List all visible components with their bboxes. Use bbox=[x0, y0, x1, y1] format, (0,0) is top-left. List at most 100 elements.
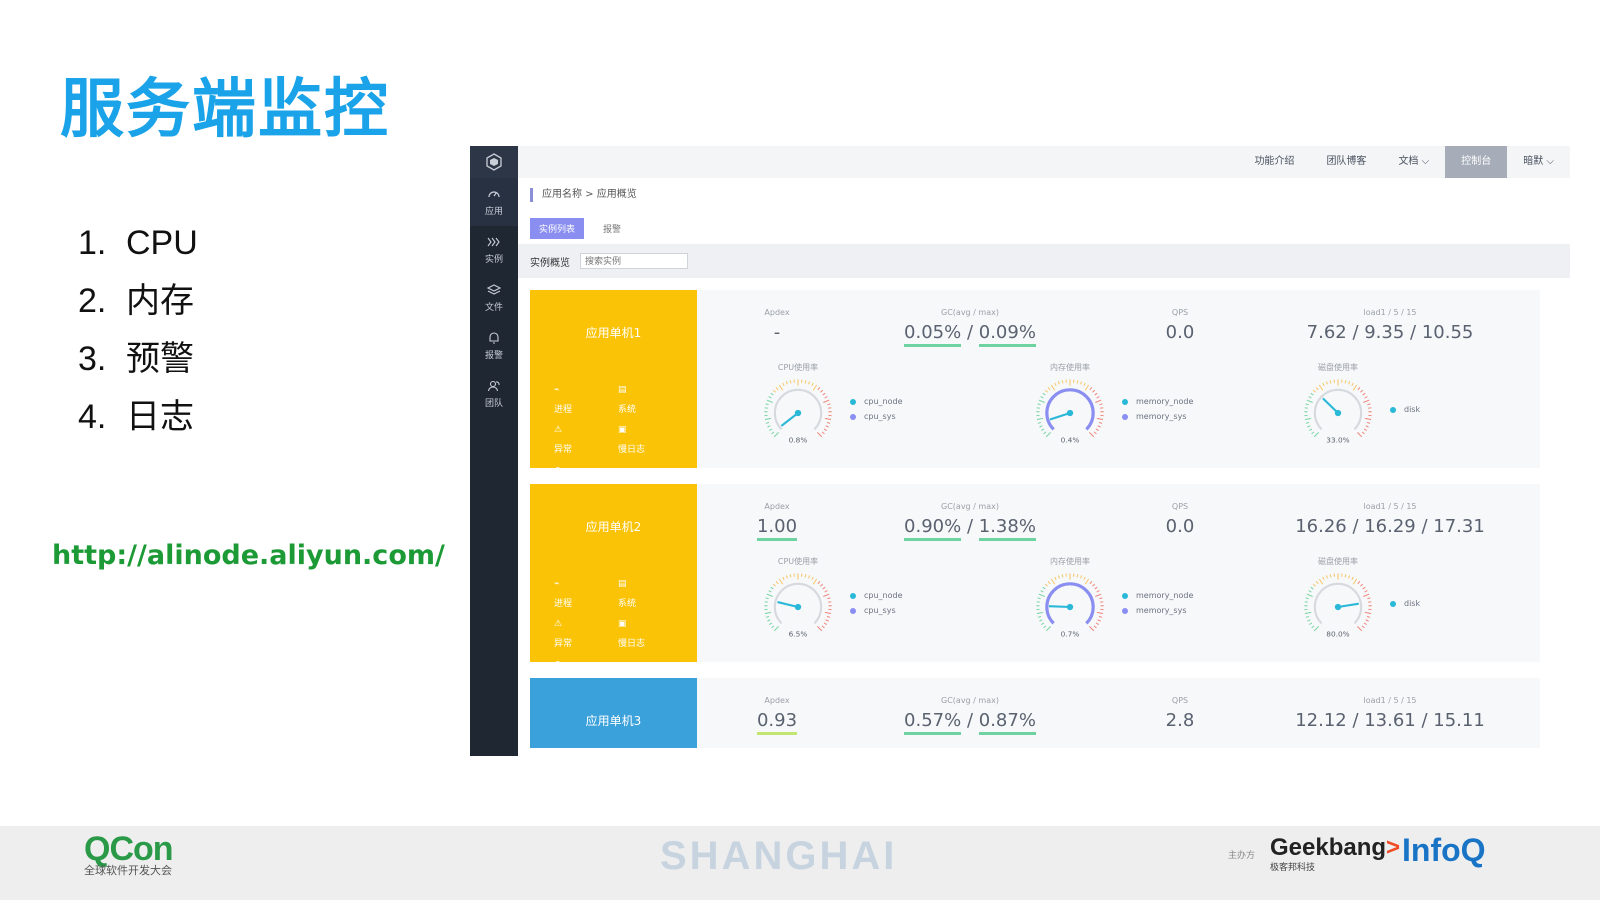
legend-item: disk bbox=[1390, 402, 1420, 417]
mem-gauge-group: 内存使用率 0.7% memory_node memory_sys bbox=[1030, 556, 1210, 651]
qps-metric: QPS 0.0 bbox=[1165, 502, 1195, 537]
nav-features[interactable]: 功能介绍 bbox=[1238, 146, 1310, 178]
gauge-needle bbox=[1337, 602, 1359, 609]
gc-metric: GC(avg / max) 0.57% / 0.87% bbox=[890, 696, 1050, 735]
legend-item: cpu_sys bbox=[850, 409, 903, 424]
disk-legend: disk bbox=[1390, 596, 1420, 611]
chevron-down-icon: ⌵ bbox=[1421, 156, 1430, 167]
instance-header[interactable]: 应用单机2 ⌁ 进程▤ 系统 ⚠ 异常▣ 慢日志 ⚭ 依赖 bbox=[530, 484, 697, 689]
log-icon: ▣ bbox=[618, 619, 627, 629]
instance-links: ⌁ 进程▤ 系统 ⚠ 异常▣ 慢日志 ⚭ 依赖 bbox=[554, 574, 684, 694]
geekbang-subtitle: 极客邦科技 bbox=[1270, 863, 1316, 873]
organizer-label: 主办方 bbox=[1228, 851, 1256, 861]
sidebar-item-apps[interactable]: 应用 bbox=[470, 178, 518, 226]
cpu-gauge: 0.8% bbox=[764, 379, 832, 444]
instance-card: 应用单机2 ⌁ 进程▤ 系统 ⚠ 异常▣ 慢日志 ⚭ 依赖 Apdex 1.00… bbox=[530, 484, 1540, 689]
sidebar-item-alerts[interactable]: 报警 bbox=[470, 322, 518, 370]
instance-header[interactable]: 应用单机3 bbox=[530, 678, 697, 748]
top-nav: 功能介绍 团队博客 文档 ⌵ 控制台 暗默 ⌵ bbox=[518, 146, 1570, 178]
alinode-link[interactable]: http://alinode.aliyun.com/ bbox=[52, 540, 445, 571]
legend-item: memory_node bbox=[1122, 588, 1193, 603]
console-button[interactable]: 控制台 bbox=[1445, 146, 1508, 178]
sidebar: 应用 实例 文件 报警 团队 bbox=[470, 146, 518, 756]
apdex-metric: Apdex - bbox=[764, 308, 790, 343]
error-link[interactable]: ⚠ 异常 bbox=[554, 614, 618, 654]
bullet-item: 3. 预警 bbox=[78, 340, 194, 378]
tab-alerts[interactable]: 报警 bbox=[594, 218, 630, 239]
warning-icon: ⚠ bbox=[554, 425, 563, 435]
apdex-metric: Apdex 0.93 bbox=[737, 696, 817, 735]
legend-item: cpu_node bbox=[850, 588, 903, 603]
gc-metric: GC(avg / max) 0.90% / 1.38% bbox=[890, 502, 1050, 541]
instance-header[interactable]: 应用单机1 ⌁ 进程▤ 系统 ⚠ 异常▣ 慢日志 ⚭ 依赖 bbox=[530, 290, 697, 495]
bullet-list: 1. CPU 2. 内存 3. 预警 4. 日志 bbox=[78, 214, 198, 446]
sidebar-item-files[interactable]: 文件 bbox=[470, 274, 518, 322]
qcon-subtitle: 全球软件开发大会 bbox=[84, 864, 172, 877]
instance-card: 应用单机3 Apdex 0.93 GC(avg / max) 0.57% / 0… bbox=[530, 678, 1540, 748]
error-link[interactable]: ⚠ 异常 bbox=[554, 420, 618, 460]
legend-item: memory_node bbox=[1122, 394, 1193, 409]
pulse-icon: ⌁ bbox=[554, 385, 560, 395]
layers-icon bbox=[487, 284, 501, 295]
slowlog-link[interactable]: ▣ 慢日志 bbox=[618, 420, 682, 460]
bullet-item: 4. 日志 bbox=[78, 398, 194, 436]
bullet-item: 1. CPU bbox=[78, 224, 198, 262]
breadcrumb[interactable]: 应用名称 > 应用概览 bbox=[530, 188, 637, 202]
bell-icon bbox=[489, 332, 499, 344]
team-icon bbox=[487, 380, 500, 392]
qps-metric: QPS 0.0 bbox=[1165, 308, 1195, 343]
gauge-value: 0.7% bbox=[1061, 629, 1080, 638]
legend-item: disk bbox=[1390, 596, 1420, 611]
disk-gauge: 33.0% bbox=[1304, 379, 1372, 444]
slide-title: 服务端监控 bbox=[60, 73, 390, 147]
mem-legend: memory_node memory_sys bbox=[1122, 394, 1193, 424]
share-icon: ⚭ bbox=[554, 465, 562, 475]
nav-docs[interactable]: 文档 ⌵ bbox=[1382, 146, 1445, 178]
sidebar-item-instances[interactable]: 实例 bbox=[470, 226, 518, 274]
disk-gauge-group: 磁盘使用率 80.0% disk bbox=[1298, 556, 1478, 651]
instance-card: 应用单机1 ⌁ 进程▤ 系统 ⚠ 异常▣ 慢日志 ⚭ 依赖 Apdex - GC… bbox=[530, 290, 1540, 495]
log-icon: ▣ bbox=[618, 425, 627, 435]
gauge-value: 6.5% bbox=[789, 629, 808, 638]
nav-blog[interactable]: 团队博客 bbox=[1310, 146, 1382, 178]
system-link[interactable]: ▤ 系统 bbox=[618, 380, 682, 420]
system-link[interactable]: ▤ 系统 bbox=[618, 574, 682, 614]
search-instance-input[interactable] bbox=[580, 253, 688, 269]
slowlog-link[interactable]: ▣ 慢日志 bbox=[618, 614, 682, 654]
system-icon: ▤ bbox=[618, 579, 627, 589]
app-logo bbox=[470, 146, 518, 178]
legend-item: memory_sys bbox=[1122, 409, 1193, 424]
legend-item: memory_sys bbox=[1122, 603, 1193, 618]
cpu-gauge: 6.5% bbox=[764, 573, 832, 638]
process-link[interactable]: ⌁ 进程 bbox=[554, 574, 618, 614]
load-metric: load1 / 5 / 15 7.62 / 9.35 / 10.55 bbox=[1306, 308, 1474, 343]
slide: 服务端监控 1. CPU 2. 内存 3. 预警 4. 日志 http://alinod… bbox=[0, 0, 1600, 900]
theme-dropdown[interactable]: 暗默 ⌵ bbox=[1507, 146, 1570, 178]
city-name: SHANGHAI bbox=[660, 834, 898, 878]
gauge-value: 0.8% bbox=[789, 435, 808, 444]
bullet-item: 2. 内存 bbox=[78, 282, 194, 320]
gauge-value: 33.0% bbox=[1326, 435, 1349, 444]
chevron-down-icon: ⌵ bbox=[1546, 156, 1554, 167]
tab-instance-list[interactable]: 实例列表 bbox=[530, 218, 585, 239]
apdex-metric: Apdex 1.00 bbox=[737, 502, 817, 541]
gauge-value: 80.0% bbox=[1326, 629, 1349, 638]
process-link[interactable]: ⌁ 进程 bbox=[554, 380, 618, 420]
gauge-value: 0.4% bbox=[1061, 435, 1080, 444]
chevrons-icon bbox=[487, 237, 500, 247]
gauge-needle bbox=[1048, 605, 1071, 609]
mem-legend: memory_node memory_sys bbox=[1122, 588, 1193, 618]
system-icon: ▤ bbox=[618, 385, 627, 395]
footer: QCon 全球软件开发大会 SHANGHAI 主办方 Geekbang> 极客邦… bbox=[0, 826, 1600, 900]
sidebar-item-team[interactable]: 团队 bbox=[470, 370, 518, 418]
gauge-needle bbox=[1322, 397, 1339, 414]
filter-bar: 实例概览 bbox=[518, 244, 1570, 278]
disk-gauge-group: 磁盘使用率 33.0% disk bbox=[1298, 362, 1478, 457]
tab-bar: 实例列表 报警 bbox=[530, 218, 630, 239]
pulse-icon: ⌁ bbox=[554, 579, 560, 589]
mem-gauge-group: 内存使用率 0.4% memory_node memory_sys bbox=[1030, 362, 1210, 457]
infoq-logo: InfoQ bbox=[1402, 832, 1486, 868]
share-icon: ⚭ bbox=[554, 659, 562, 669]
app-screenshot: 应用 实例 文件 报警 团队 功能介绍 团队博客 文档 ⌵ 控制台 暗默 ⌵ 应… bbox=[470, 146, 1570, 756]
dashboard-icon bbox=[488, 191, 500, 198]
